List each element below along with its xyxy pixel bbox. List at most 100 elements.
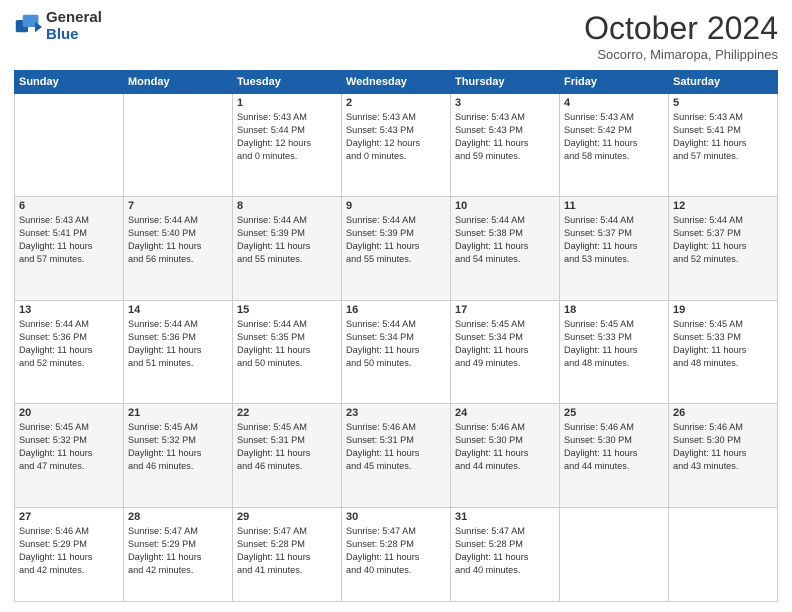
day-number: 22 — [237, 407, 337, 419]
calendar-week-row: 1Sunrise: 5:43 AM Sunset: 5:44 PM Daylig… — [15, 94, 778, 197]
calendar-day-cell: 23Sunrise: 5:46 AM Sunset: 5:31 PM Dayli… — [342, 404, 451, 507]
calendar-day-cell: 12 Sunrise: 5:44 AM Sunset: 5:37 PM Dayli… — [669, 197, 778, 300]
day-number: 11 — [564, 200, 664, 212]
calendar-day-cell: 16 Sunrise: 5:44 AM Sunset: 5:34 PM Dayli… — [342, 300, 451, 403]
day-number: 9 — [346, 200, 446, 212]
day-number: 20 — [19, 407, 119, 419]
day-header-friday: Friday — [560, 71, 669, 94]
calendar-day-cell: 25Sunrise: 5:46 AM Sunset: 5:30 PM Dayli… — [560, 404, 669, 507]
calendar-week-row: 6Sunrise: 5:43 AM Sunset: 5:41 PM Daylig… — [15, 197, 778, 300]
day-number: 23 — [346, 407, 446, 419]
calendar-day-cell: 2Sunrise: 5:43 AM Sunset: 5:43 PM Daylig… — [342, 94, 451, 197]
calendar-day-cell: 3 Sunrise: 5:43 AM Sunset: 5:43 PM Daylig… — [451, 94, 560, 197]
day-info: Sunrise: 5:47 AM Sunset: 5:29 PM Dayligh… — [128, 525, 228, 577]
title-area: October 2024 Socorro, Mimaropa, Philippi… — [584, 10, 778, 62]
day-number: 4 — [564, 97, 664, 109]
calendar-day-cell: 15Sunrise: 5:44 AM Sunset: 5:35 PM Dayli… — [233, 300, 342, 403]
day-number: 28 — [128, 511, 228, 523]
day-number: 5 — [673, 97, 773, 109]
day-info: Sunrise: 5:45 AM Sunset: 5:33 PM Dayligh… — [673, 318, 773, 370]
calendar-day-cell — [560, 507, 669, 601]
day-info: Sunrise: 5:47 AM Sunset: 5:28 PM Dayligh… — [237, 525, 337, 577]
day-info: Sunrise: 5:45 AM Sunset: 5:33 PM Dayligh… — [564, 318, 664, 370]
day-info: Sunrise: 5:46 AM Sunset: 5:30 PM Dayligh… — [455, 421, 555, 473]
calendar-day-cell: 21Sunrise: 5:45 AM Sunset: 5:32 PM Dayli… — [124, 404, 233, 507]
day-number: 10 — [455, 200, 555, 212]
calendar-day-cell: 1Sunrise: 5:43 AM Sunset: 5:44 PM Daylig… — [233, 94, 342, 197]
day-info: Sunrise: 5:47 AM Sunset: 5:28 PM Dayligh… — [346, 525, 446, 577]
logo-blue: Blue — [46, 27, 102, 44]
page: General Blue October 2024 Socorro, Mimar… — [0, 0, 792, 612]
day-number: 19 — [673, 304, 773, 316]
calendar-day-cell: 6Sunrise: 5:43 AM Sunset: 5:41 PM Daylig… — [15, 197, 124, 300]
calendar-day-cell: 30 Sunrise: 5:47 AM Sunset: 5:28 PM Dayli… — [342, 507, 451, 601]
calendar-day-cell: 31 Sunrise: 5:47 AM Sunset: 5:28 PM Dayli… — [451, 507, 560, 601]
day-info: Sunrise: 5:46 AM Sunset: 5:30 PM Dayligh… — [673, 421, 773, 473]
day-info: Sunrise: 5:45 AM Sunset: 5:31 PM Dayligh… — [237, 421, 337, 473]
day-header-sunday: Sunday — [15, 71, 124, 94]
day-number: 24 — [455, 407, 555, 419]
day-info: Sunrise: 5:44 AM Sunset: 5:38 PM Dayligh… — [455, 214, 555, 266]
calendar-day-cell: 20 Sunrise: 5:45 AM Sunset: 5:32 PM Dayli… — [15, 404, 124, 507]
calendar-day-cell: 4 Sunrise: 5:43 AM Sunset: 5:42 PM Daylig… — [560, 94, 669, 197]
day-header-monday: Monday — [124, 71, 233, 94]
calendar-day-cell: 24 Sunrise: 5:46 AM Sunset: 5:30 PM Dayli… — [451, 404, 560, 507]
day-number: 18 — [564, 304, 664, 316]
day-info: Sunrise: 5:43 AM Sunset: 5:41 PM Dayligh… — [19, 214, 119, 266]
day-info: Sunrise: 5:44 AM Sunset: 5:36 PM Dayligh… — [128, 318, 228, 370]
day-header-thursday: Thursday — [451, 71, 560, 94]
day-number: 31 — [455, 511, 555, 523]
day-number: 16 — [346, 304, 446, 316]
day-number: 1 — [237, 97, 337, 109]
calendar-day-cell: 5 Sunrise: 5:43 AM Sunset: 5:41 PM Daylig… — [669, 94, 778, 197]
day-number: 30 — [346, 511, 446, 523]
calendar-week-row: 20 Sunrise: 5:45 AM Sunset: 5:32 PM Dayli… — [15, 404, 778, 507]
day-info: Sunrise: 5:45 AM Sunset: 5:32 PM Dayligh… — [19, 421, 119, 473]
calendar-table: SundayMondayTuesdayWednesdayThursdayFrid… — [14, 70, 778, 602]
calendar-day-cell: 9 Sunrise: 5:44 AM Sunset: 5:39 PM Daylig… — [342, 197, 451, 300]
day-info: Sunrise: 5:43 AM Sunset: 5:41 PM Dayligh… — [673, 111, 773, 163]
calendar-day-cell: 28 Sunrise: 5:47 AM Sunset: 5:29 PM Dayli… — [124, 507, 233, 601]
header: General Blue October 2024 Socorro, Mimar… — [14, 10, 778, 62]
day-number: 8 — [237, 200, 337, 212]
logo-icon — [14, 13, 42, 41]
day-number: 12 — [673, 200, 773, 212]
day-number: 7 — [128, 200, 228, 212]
calendar-day-cell: 22 Sunrise: 5:45 AM Sunset: 5:31 PM Dayli… — [233, 404, 342, 507]
day-header-tuesday: Tuesday — [233, 71, 342, 94]
day-info: Sunrise: 5:43 AM Sunset: 5:43 PM Dayligh… — [346, 111, 446, 163]
day-info: Sunrise: 5:45 AM Sunset: 5:34 PM Dayligh… — [455, 318, 555, 370]
day-number: 17 — [455, 304, 555, 316]
calendar-week-row: 27Sunrise: 5:46 AM Sunset: 5:29 PM Dayli… — [15, 507, 778, 601]
calendar-day-cell: 27Sunrise: 5:46 AM Sunset: 5:29 PM Dayli… — [15, 507, 124, 601]
day-number: 25 — [564, 407, 664, 419]
month-title: October 2024 — [584, 10, 778, 47]
day-info: Sunrise: 5:44 AM Sunset: 5:37 PM Dayligh… — [673, 214, 773, 266]
calendar-day-cell: 10 Sunrise: 5:44 AM Sunset: 5:38 PM Dayli… — [451, 197, 560, 300]
day-number: 29 — [237, 511, 337, 523]
calendar-day-cell: 8 Sunrise: 5:44 AM Sunset: 5:39 PM Daylig… — [233, 197, 342, 300]
calendar-day-cell: 14 Sunrise: 5:44 AM Sunset: 5:36 PM Dayli… — [124, 300, 233, 403]
day-info: Sunrise: 5:44 AM Sunset: 5:39 PM Dayligh… — [237, 214, 337, 266]
day-number: 14 — [128, 304, 228, 316]
day-number: 21 — [128, 407, 228, 419]
calendar-day-cell: 13Sunrise: 5:44 AM Sunset: 5:36 PM Dayli… — [15, 300, 124, 403]
day-info: Sunrise: 5:44 AM Sunset: 5:35 PM Dayligh… — [237, 318, 337, 370]
day-info: Sunrise: 5:43 AM Sunset: 5:42 PM Dayligh… — [564, 111, 664, 163]
day-info: Sunrise: 5:44 AM Sunset: 5:40 PM Dayligh… — [128, 214, 228, 266]
day-info: Sunrise: 5:44 AM Sunset: 5:34 PM Dayligh… — [346, 318, 446, 370]
day-info: Sunrise: 5:47 AM Sunset: 5:28 PM Dayligh… — [455, 525, 555, 577]
day-info: Sunrise: 5:44 AM Sunset: 5:39 PM Dayligh… — [346, 214, 446, 266]
calendar-day-cell: 29 Sunrise: 5:47 AM Sunset: 5:28 PM Dayli… — [233, 507, 342, 601]
calendar-day-cell — [124, 94, 233, 197]
logo-general: General — [46, 10, 102, 27]
day-number: 3 — [455, 97, 555, 109]
logo: General Blue — [14, 10, 102, 43]
calendar-day-cell: 17 Sunrise: 5:45 AM Sunset: 5:34 PM Dayli… — [451, 300, 560, 403]
day-info: Sunrise: 5:43 AM Sunset: 5:43 PM Dayligh… — [455, 111, 555, 163]
calendar-day-cell — [15, 94, 124, 197]
calendar-day-cell — [669, 507, 778, 601]
day-info: Sunrise: 5:44 AM Sunset: 5:37 PM Dayligh… — [564, 214, 664, 266]
day-number: 26 — [673, 407, 773, 419]
calendar-header-row: SundayMondayTuesdayWednesdayThursdayFrid… — [15, 71, 778, 94]
